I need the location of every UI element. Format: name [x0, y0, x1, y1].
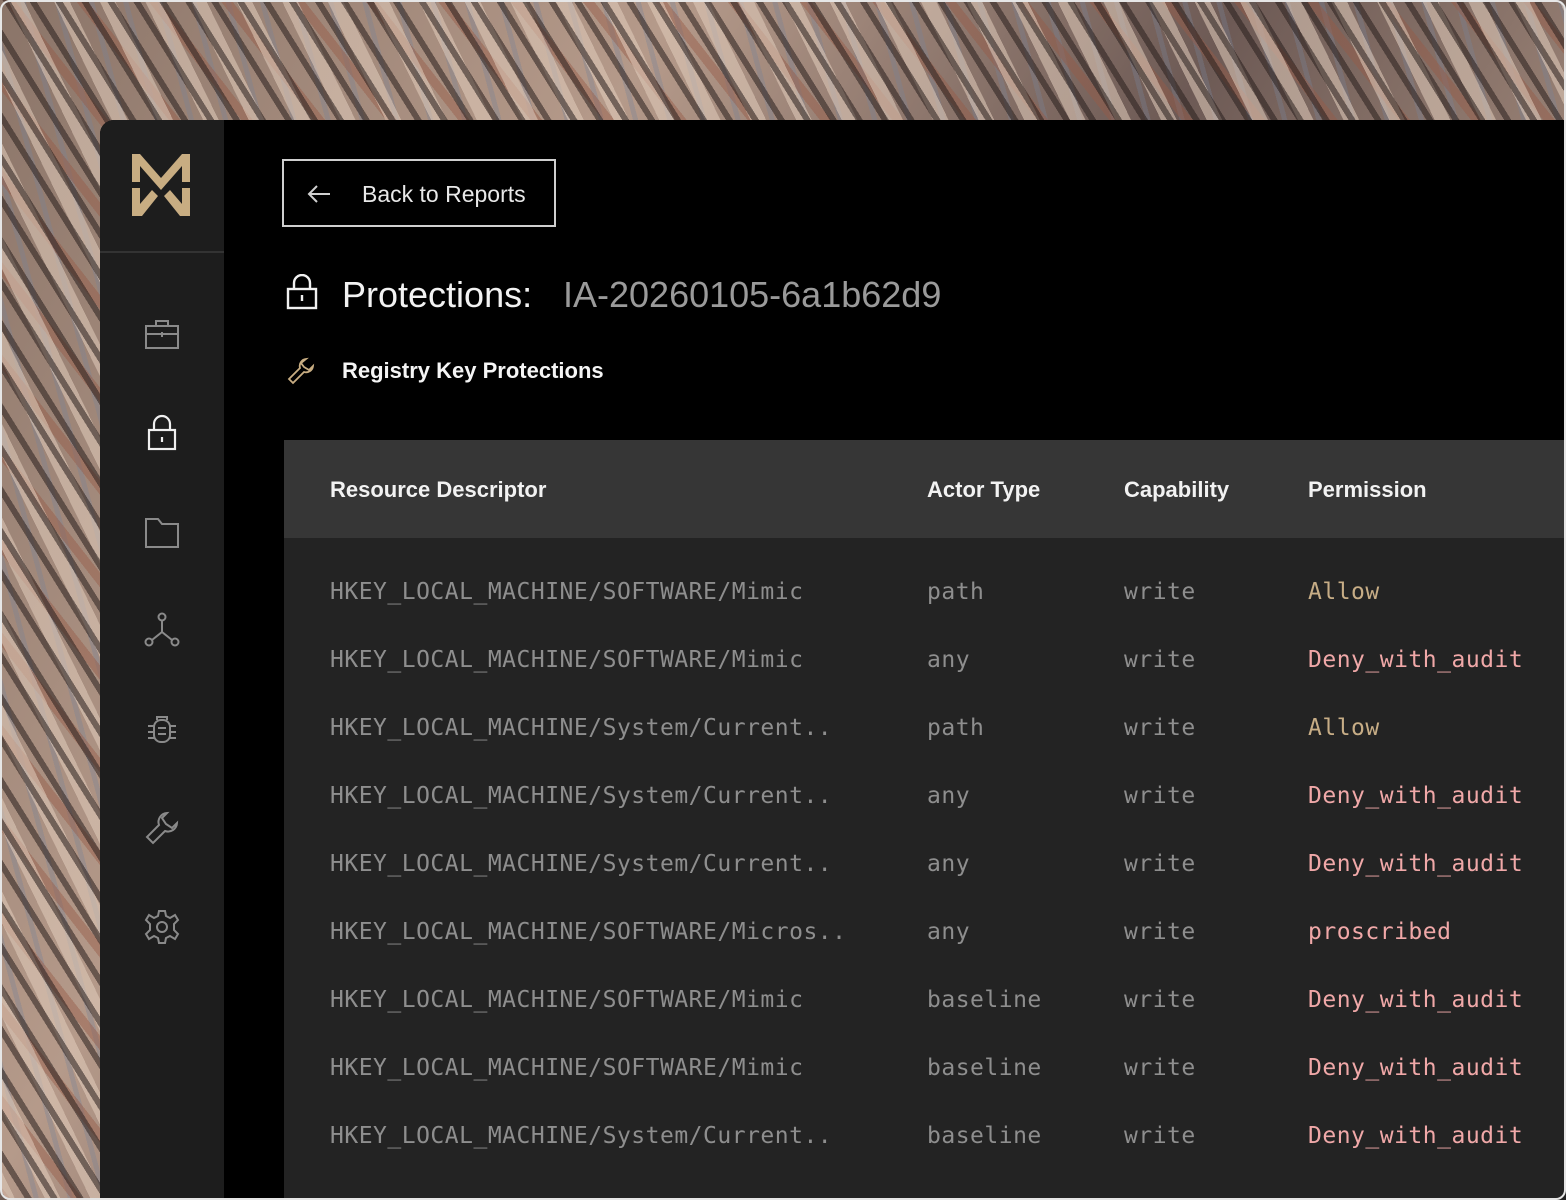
nav-bug[interactable]	[142, 709, 182, 749]
table-row[interactable]: HKEY_LOCAL_MACHINE/SOFTWARE/Mimic path wri…	[284, 579, 1566, 647]
table-row[interactable]: HKEY_LOCAL_MACHINE/SOFTWARE/Micros.. any w…	[284, 919, 1566, 987]
cell-actor-type: any	[927, 647, 971, 673]
back-button-label: Back to Reports	[362, 181, 526, 207]
briefcase-icon	[145, 320, 179, 349]
table-row[interactable]: HKEY_LOCAL_MACHINE/System/Current.. any wr…	[284, 851, 1566, 919]
brand-logo[interactable]	[132, 154, 190, 216]
cell-resource: HKEY_LOCAL_MACHINE/SOFTWARE/Mimic	[330, 987, 804, 1013]
cell-capability: write	[1124, 715, 1196, 741]
app-window: Back to Reports Protections: IA-20260105…	[100, 120, 1566, 1200]
gear-icon	[144, 910, 180, 944]
cell-capability: write	[1124, 919, 1196, 945]
cell-actor-type: any	[927, 919, 971, 945]
table-row[interactable]: HKEY_LOCAL_MACHINE/System/Current.. any wr…	[284, 783, 1566, 851]
nav-briefcase[interactable]	[142, 314, 182, 354]
section-title: Registry Key Protections	[342, 358, 604, 383]
cell-actor-type: any	[927, 783, 971, 809]
table-row[interactable]: HKEY_LOCAL_MACHINE/SOFTWARE/Mimic baselin…	[284, 987, 1566, 1055]
main-content: Back to Reports Protections: IA-20260105…	[224, 120, 1566, 1200]
arrow-left-icon	[307, 185, 330, 203]
lock-icon	[147, 414, 177, 451]
cell-permission: Deny_with_audit	[1308, 1055, 1524, 1081]
cell-resource: HKEY_LOCAL_MACHINE/System/Current..	[330, 783, 833, 809]
table-row[interactable]: HKEY_LOCAL_MACHINE/SOFTWARE/Mimic baselin…	[284, 1055, 1566, 1123]
network-icon	[144, 612, 180, 647]
cell-resource: HKEY_LOCAL_MACHINE/SOFTWARE/Micros..	[330, 919, 847, 945]
cell-actor-type: path	[927, 579, 985, 605]
cell-capability: write	[1124, 851, 1196, 877]
cell-resource: HKEY_LOCAL_MACHINE/SOFTWARE/Mimic	[330, 647, 804, 673]
cell-permission: Deny_with_audit	[1308, 987, 1524, 1013]
cell-permission: Deny_with_audit	[1308, 1123, 1524, 1149]
column-header-capability[interactable]: Capability	[1124, 477, 1229, 503]
cell-capability: write	[1124, 579, 1196, 605]
table-row[interactable]: HKEY_LOCAL_MACHINE/SOFTWARE/Mimic any writ…	[284, 647, 1566, 715]
cell-resource: HKEY_LOCAL_MACHINE/SOFTWARE/Mimic	[330, 579, 804, 605]
cell-permission: Deny_with_audit	[1308, 783, 1524, 809]
cell-resource: HKEY_LOCAL_MACHINE/System/Current..	[330, 851, 833, 877]
cell-permission: Deny_with_audit	[1308, 647, 1524, 673]
nav-protections[interactable]	[142, 413, 182, 453]
cell-capability: write	[1124, 1055, 1196, 1081]
cell-actor-type: baseline	[927, 987, 1042, 1013]
wrench-icon	[145, 811, 179, 845]
folder-icon	[145, 518, 179, 548]
nav-folder[interactable]	[142, 512, 182, 552]
cell-capability: write	[1124, 783, 1196, 809]
cell-capability: write	[1124, 1123, 1196, 1149]
nav-network[interactable]	[142, 610, 182, 650]
report-id: IA-20260105-6a1b62d9	[563, 274, 942, 315]
sidebar	[100, 120, 224, 1200]
cell-resource: HKEY_LOCAL_MACHINE/System/Current..	[330, 715, 833, 741]
table-header: Resource Descriptor Actor Type Capabilit…	[284, 440, 1566, 538]
cell-permission: Deny_with_audit	[1308, 851, 1524, 877]
table-row[interactable]: HKEY_LOCAL_MACHINE/System/Current.. basel…	[284, 1123, 1566, 1191]
back-to-reports-button[interactable]: Back to Reports	[282, 159, 556, 227]
cell-permission: proscribed	[1308, 919, 1452, 945]
cell-permission: Allow	[1308, 715, 1380, 741]
cell-actor-type: path	[927, 715, 985, 741]
protections-table: Resource Descriptor Actor Type Capabilit…	[284, 440, 1566, 1200]
cell-resource: HKEY_LOCAL_MACHINE/System/Current..	[330, 1123, 833, 1149]
cell-actor-type: baseline	[927, 1123, 1042, 1149]
logo-area	[100, 120, 224, 253]
cell-capability: write	[1124, 987, 1196, 1013]
column-header-resource[interactable]: Resource Descriptor	[330, 477, 546, 503]
cell-actor-type: baseline	[927, 1055, 1042, 1081]
wrench-icon	[287, 357, 315, 385]
cell-actor-type: any	[927, 851, 971, 877]
column-header-permission[interactable]: Permission	[1308, 477, 1427, 503]
page-title-label: Protections:	[342, 274, 533, 315]
cell-permission: Allow	[1308, 579, 1380, 605]
cell-resource: HKEY_LOCAL_MACHINE/SOFTWARE/Mimic	[330, 1055, 804, 1081]
column-header-actor-type[interactable]: Actor Type	[927, 477, 1040, 503]
nav-settings[interactable]	[142, 907, 182, 947]
cell-capability: write	[1124, 647, 1196, 673]
nav-tools[interactable]	[142, 808, 182, 848]
bug-icon	[148, 716, 176, 743]
table-row[interactable]: HKEY_LOCAL_MACHINE/System/Current.. path w…	[284, 715, 1566, 783]
lock-icon	[286, 274, 318, 310]
